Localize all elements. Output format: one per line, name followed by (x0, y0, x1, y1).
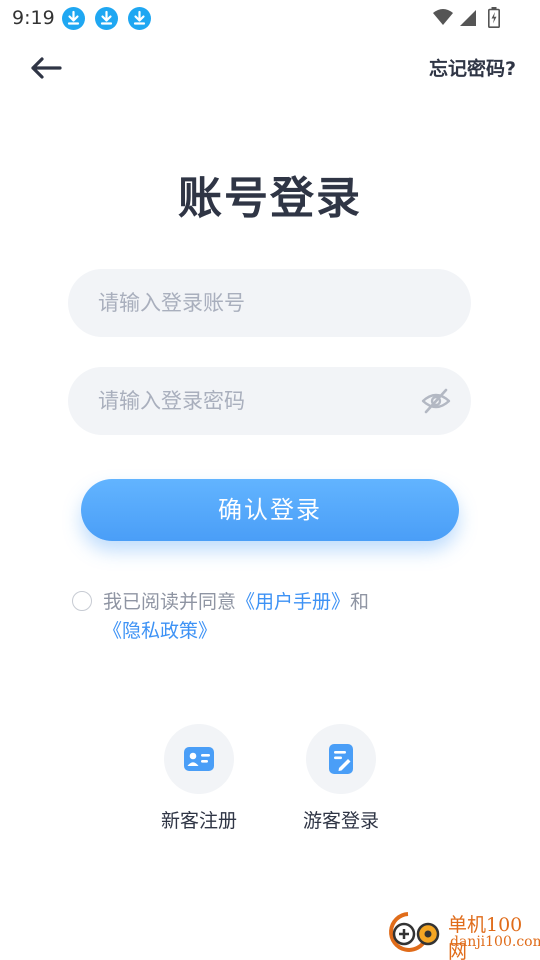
site-watermark: 单机100网 danji100.com (386, 908, 540, 960)
download-icon (128, 7, 151, 30)
download-icon (62, 7, 85, 30)
account-field[interactable] (68, 269, 471, 337)
download-icon (95, 7, 118, 30)
watermark-logo-icon (389, 912, 440, 952)
agreement-conjunction: 和 (350, 591, 370, 613)
guest-login-label: 游客登录 (302, 810, 379, 832)
page-title: 账号登录 (178, 173, 362, 224)
status-time: 9:19 (12, 7, 55, 29)
privacy-policy-link[interactable]: 《隐私政策》 (103, 620, 217, 642)
password-input[interactable] (98, 367, 418, 435)
id-card-icon (184, 747, 214, 771)
register-label: 新客注册 (160, 810, 237, 832)
user-manual-link[interactable]: 《用户手册》 (236, 591, 350, 613)
new-user-register-button[interactable]: 新客注册 (144, 724, 254, 833)
agreement: 我已阅读并同意《用户手册》和《隐私政策》 (72, 588, 482, 646)
guest-login-button[interactable]: 游客登录 (286, 724, 396, 833)
agreement-checkbox[interactable] (72, 591, 92, 611)
status-bar: 9:19 (0, 0, 540, 36)
confirm-login-button[interactable]: 确认登录 (81, 479, 459, 541)
password-field[interactable] (68, 367, 471, 435)
battery-charging-icon (488, 7, 500, 28)
watermark-url: danji100.com (450, 934, 540, 950)
edit-document-icon (329, 744, 353, 774)
eye-off-icon[interactable] (421, 386, 451, 416)
account-input[interactable] (98, 269, 418, 337)
arrow-left-icon[interactable] (28, 54, 64, 82)
guest-icon-circle[interactable] (306, 724, 376, 794)
agreement-text: 我已阅读并同意《用户手册》和《隐私政策》 (72, 588, 482, 646)
register-icon-circle[interactable] (164, 724, 234, 794)
agreement-prefix: 我已阅读并同意 (103, 591, 237, 613)
forgot-password-link[interactable]: 忘记密码? (429, 54, 516, 81)
